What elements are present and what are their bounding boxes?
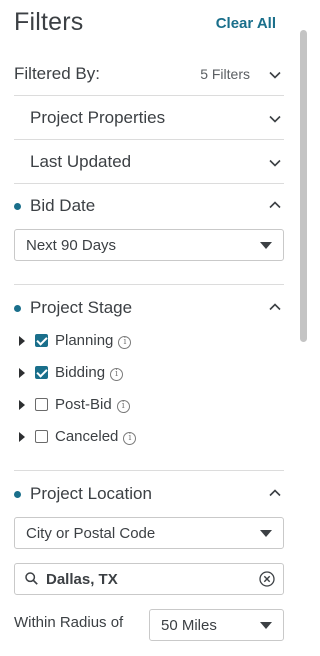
info-icon[interactable]: i [116,400,130,413]
filters-header: Filters Clear All [14,8,276,40]
canceled-checkbox[interactable] [35,430,48,443]
clear-circle-icon[interactable] [259,571,275,587]
chevron-down-icon[interactable] [268,68,282,82]
stage-label: Planning [55,332,114,349]
location-type-value: City or Postal Code [26,525,156,542]
bidding-checkbox[interactable] [35,366,48,379]
scrollbar-thumb[interactable] [300,30,307,342]
chevron-up-icon[interactable] [268,300,282,314]
chevron-down-icon[interactable] [268,156,282,170]
chevron-up-icon[interactable] [268,198,282,212]
info-icon[interactable]: i [110,368,124,381]
location-type-select[interactable]: City or Postal Code [14,517,284,549]
caret-down-icon [260,530,272,537]
page-title: Filters [14,8,84,36]
filtered-by-row[interactable]: Filtered By: 5 Filters [14,52,284,96]
bid-date-value: Next 90 Days [26,237,117,254]
stage-label: Bidding [55,364,106,381]
filtered-by-label: Filtered By: [14,64,100,83]
bid-date-select[interactable]: Next 90 Days [14,229,284,261]
clear-all-button[interactable]: Clear All [216,15,276,32]
chevron-up-icon[interactable] [268,486,282,500]
filters-panel: Filters Clear All Filtered By: 5 Filters… [0,0,318,656]
divider [14,284,284,285]
list-item: Planning i [14,330,214,352]
section-project-location[interactable]: Project Location [14,472,284,516]
planning-checkbox[interactable] [35,334,48,347]
project-properties-label: Project Properties [30,108,166,127]
list-item: Bidding i [14,362,214,384]
expand-triangle-icon[interactable] [19,400,25,410]
section-bid-date[interactable]: Bid Date [14,184,284,228]
chevron-down-icon[interactable] [268,112,282,126]
section-project-properties[interactable]: Project Properties [14,96,284,140]
radius-value: 50 Miles [161,617,217,634]
radius-select[interactable]: 50 Miles [149,609,284,641]
post-bid-checkbox[interactable] [35,398,48,411]
info-icon[interactable]: i [118,336,132,349]
project-location-label: Project Location [30,484,152,503]
stage-label: Post-Bid [55,396,112,413]
list-item: Post-Bid i [14,394,214,416]
bid-date-label: Bid Date [30,196,96,215]
project-stage-label: Project Stage [30,298,133,317]
filter-count: 5 Filters [200,66,250,82]
search-icon [25,572,38,585]
section-project-stage[interactable]: Project Stage [14,286,284,330]
radius-label: Within Radius of [14,614,124,631]
active-filter-dot [14,491,21,498]
last-updated-label: Last Updated [30,152,132,171]
expand-triangle-icon[interactable] [19,368,25,378]
list-item: Canceled i [14,426,214,448]
expand-triangle-icon[interactable] [19,432,25,442]
info-icon[interactable]: i [123,432,137,445]
active-filter-dot [14,203,21,210]
stage-label: Canceled [55,428,119,445]
search-value: Dallas, TX [46,571,118,588]
caret-down-icon [260,242,272,249]
location-search-input[interactable]: Dallas, TX [14,563,284,595]
scrollbar[interactable] [300,30,307,642]
divider [14,470,284,471]
caret-down-icon [260,622,272,629]
active-filter-dot [14,305,21,312]
section-last-updated[interactable]: Last Updated [14,140,284,184]
expand-triangle-icon[interactable] [19,336,25,346]
